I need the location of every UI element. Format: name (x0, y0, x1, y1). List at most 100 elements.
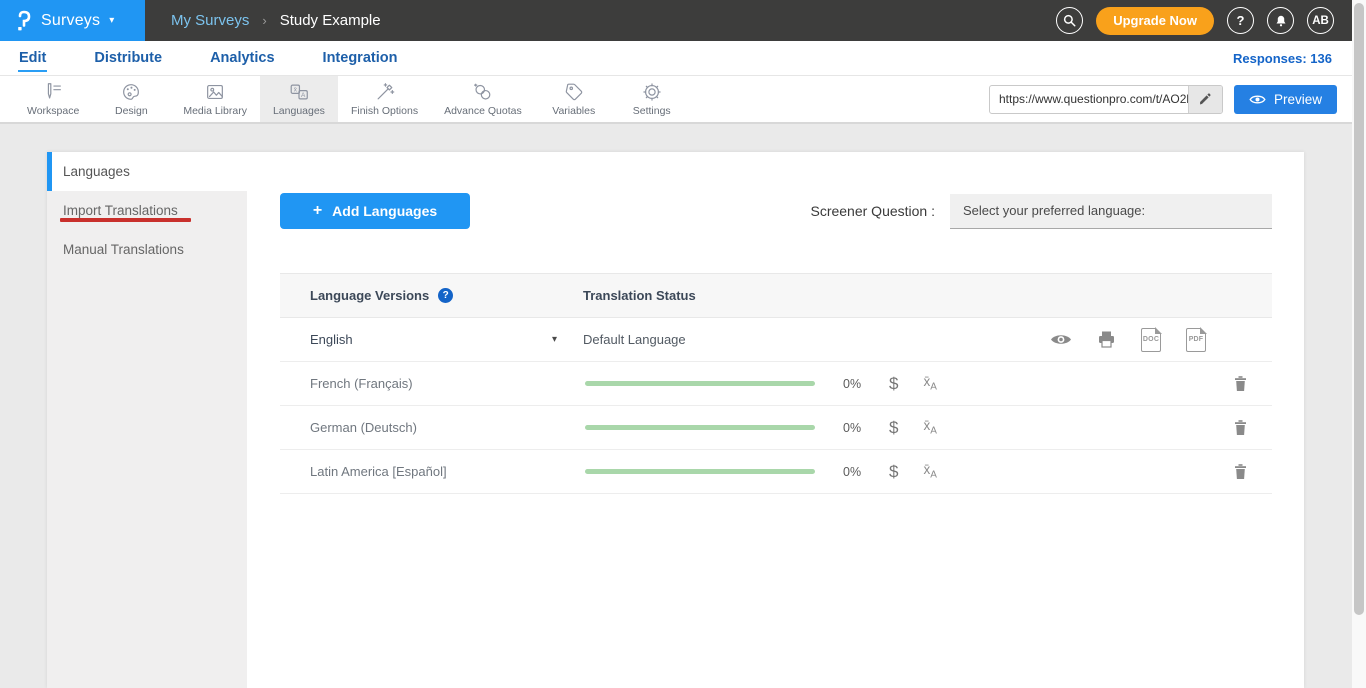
translation-progress-bar (585, 381, 815, 386)
sidebar-item-label: Import Translations (63, 203, 178, 218)
table-row-latin-america: Latin America [Español] 0% $ x̄A (280, 450, 1272, 494)
sidebar-item-manual-translations[interactable]: Manual Translations (47, 230, 247, 269)
language-name-cell: German (Deutsch) (280, 420, 583, 435)
responses-count-link[interactable]: Responses: 136 (1233, 51, 1348, 66)
translation-progress-bar (585, 469, 815, 474)
help-button[interactable]: ? (1227, 7, 1254, 34)
chevron-down-icon[interactable]: ▾ (552, 334, 557, 345)
toolbar-item-media-library[interactable]: Media Library (170, 76, 260, 122)
translate-icon[interactable]: x̄A (923, 462, 936, 481)
export-doc-icon[interactable]: DOC (1141, 328, 1161, 352)
table-row-german: German (Deutsch) 0% $ x̄A (280, 406, 1272, 450)
product-name: Surveys (41, 12, 100, 30)
help-icon[interactable]: ? (438, 288, 453, 303)
toolbar-right: https://www.questionpro.com/t/AO2kvZ Pre… (989, 76, 1366, 122)
add-languages-label: Add Languages (332, 203, 437, 219)
translate-sub: A (930, 382, 937, 393)
svg-text:A: A (301, 92, 306, 99)
search-button[interactable] (1056, 7, 1083, 34)
search-icon (1062, 13, 1077, 28)
pencil-icon (1198, 92, 1212, 106)
language-name: French (Français) (310, 376, 413, 391)
table-header: Language Versions ? Translation Status (280, 273, 1272, 318)
toolbar-item-languages[interactable]: x̄ A Languages (260, 76, 338, 122)
languages-main: + Add Languages Screener Question : Sele… (247, 152, 1304, 688)
languages-panel: Languages Import Translations Manual Tra… (47, 152, 1304, 688)
toolbar-item-finish-options[interactable]: Finish Options (338, 76, 431, 122)
main-top-row: + Add Languages Screener Question : Sele… (280, 193, 1272, 229)
translate-icon[interactable]: x̄A (923, 374, 936, 393)
toolbar-item-label: Languages (273, 105, 325, 117)
languages-table: Language Versions ? Translation Status E… (280, 273, 1272, 494)
screener-question-select[interactable]: Select your preferred language: (950, 194, 1272, 229)
toolbar-item-advance-quotas[interactable]: Advance Quotas (431, 76, 535, 122)
translation-percent: 0% (843, 465, 876, 479)
paid-translation-icon[interactable]: $ (889, 374, 898, 394)
column-language-versions: Language Versions ? (280, 288, 583, 303)
toolbar-item-design[interactable]: Design (92, 76, 170, 122)
eye-icon (1249, 94, 1266, 105)
paid-translation-icon[interactable]: $ (889, 462, 898, 482)
breadcrumb-parent[interactable]: My Surveys (171, 12, 249, 29)
language-name-cell: Latin America [Español] (280, 464, 583, 479)
toolbar-item-workspace[interactable]: Workspace (14, 76, 92, 122)
translate-sub: A (930, 470, 937, 481)
tab-analytics[interactable]: Analytics (209, 44, 275, 72)
sidebar-item-languages[interactable]: Languages (47, 152, 247, 191)
toolbar-item-label: Media Library (183, 105, 247, 117)
column-translation-status: Translation Status (583, 288, 1272, 303)
survey-url-input[interactable]: https://www.questionpro.com/t/AO2kvZ (990, 86, 1188, 113)
translate-icon[interactable]: x̄A (923, 418, 936, 437)
annotation-red-underline (60, 218, 191, 222)
breadcrumb-separator-icon: › (262, 13, 266, 28)
paid-translation-icon[interactable]: $ (889, 418, 898, 438)
screener-question-group: Screener Question : Select your preferre… (810, 194, 1272, 229)
add-languages-button[interactable]: + Add Languages (280, 193, 470, 229)
toolbar-item-variables[interactable]: Variables (535, 76, 613, 122)
status-cell: 0% $ x̄A (583, 374, 1272, 394)
delete-icon[interactable] (1233, 419, 1248, 436)
toolbar-item-label: Advance Quotas (444, 105, 522, 117)
upgrade-now-button[interactable]: Upgrade Now (1096, 7, 1214, 35)
question-mark-icon: ? (1237, 13, 1245, 28)
translation-progress-bar (585, 425, 815, 430)
delete-icon[interactable] (1233, 375, 1248, 392)
gear-icon (641, 81, 663, 103)
toolbar-item-label: Variables (552, 105, 595, 117)
tab-distribute[interactable]: Distribute (93, 44, 163, 72)
toolbar-item-label: Settings (633, 105, 671, 117)
media-library-icon (204, 81, 226, 103)
breadcrumb: My Surveys › Study Example (171, 12, 381, 29)
content-area: Languages Import Translations Manual Tra… (0, 126, 1366, 688)
language-name: English (310, 332, 353, 347)
row-actions (1233, 419, 1272, 436)
preview-button[interactable]: Preview (1234, 85, 1337, 114)
translation-percent: 0% (843, 377, 876, 391)
delete-icon[interactable] (1233, 463, 1248, 480)
status-cell: Default Language (583, 328, 1272, 352)
export-pdf-icon[interactable]: PDF (1186, 328, 1206, 352)
languages-icon: x̄ A (288, 81, 310, 103)
chevron-down-icon: ▾ (109, 15, 114, 26)
notifications-button[interactable] (1267, 7, 1294, 34)
default-row-actions: DOC PDF (1050, 328, 1272, 352)
doc-label: DOC (1143, 336, 1159, 343)
print-icon[interactable] (1097, 331, 1116, 348)
toolbar-item-settings[interactable]: Settings (613, 76, 691, 122)
tab-integration[interactable]: Integration (322, 44, 399, 72)
scrollbar-thumb[interactable] (1354, 3, 1364, 615)
sidebar-item-import-translations[interactable]: Import Translations (47, 191, 247, 230)
row-actions (1233, 375, 1272, 392)
tab-edit[interactable]: Edit (18, 44, 47, 72)
translate-sub: A (930, 426, 937, 437)
edit-url-button[interactable] (1188, 86, 1222, 113)
preview-eye-icon[interactable] (1050, 333, 1072, 346)
questionpro-logo-icon (15, 10, 32, 32)
vertical-scrollbar[interactable] (1352, 0, 1366, 688)
status-cell: 0% $ x̄A (583, 418, 1272, 438)
product-menu[interactable]: Surveys ▾ (0, 0, 145, 41)
design-palette-icon (120, 81, 142, 103)
column-label: Language Versions (310, 288, 429, 303)
avatar[interactable]: AB (1307, 7, 1334, 34)
column-label: Translation Status (583, 288, 696, 303)
